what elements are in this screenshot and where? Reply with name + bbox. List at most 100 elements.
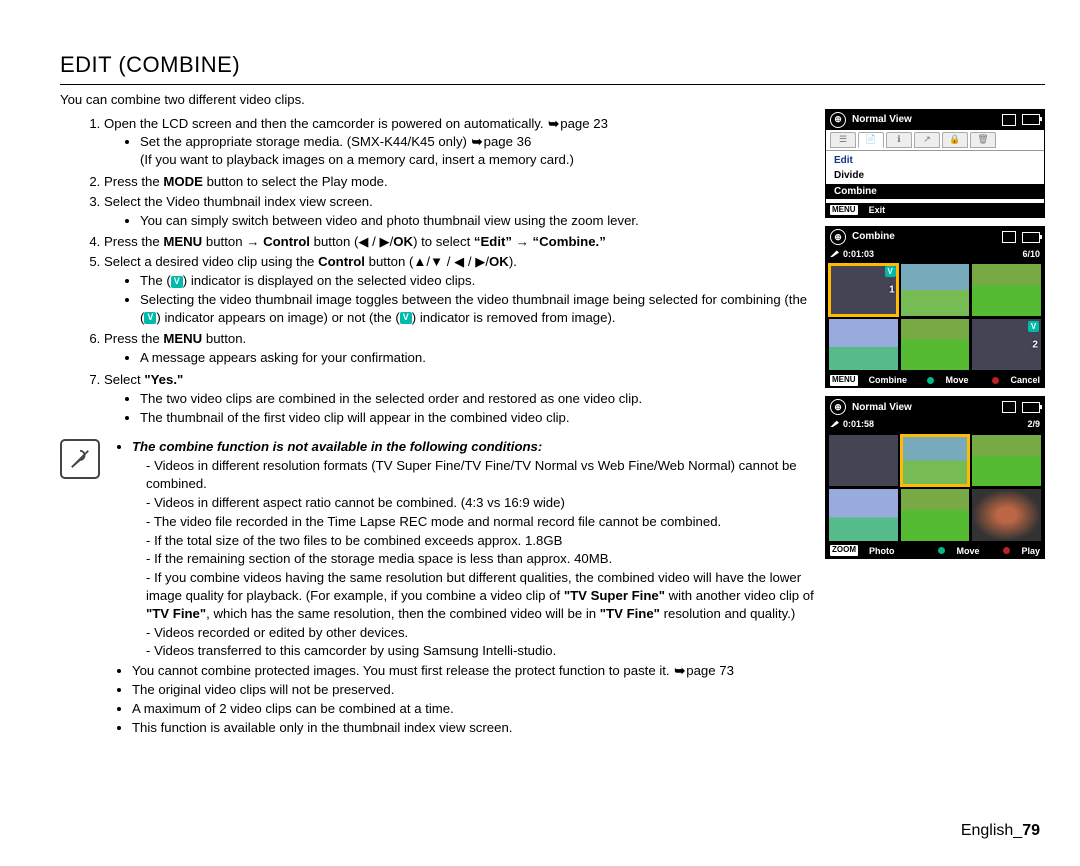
step-7-sub2: The thumbnail of the first video clip wi… (140, 409, 815, 427)
note-icon (60, 439, 100, 479)
menu-key: MENU (830, 205, 858, 216)
step-7: Select "Yes." The two video clips are co… (104, 371, 815, 426)
cond-4: If the total size of the two files to be… (146, 532, 815, 550)
page: EDIT (COMBINE) You can combine two diffe… (0, 0, 1080, 866)
step-6: Press the MENU button. A message appears… (104, 330, 815, 367)
move-label: Move (956, 545, 979, 557)
checkmark-icon: V (144, 312, 156, 324)
step-1: Open the LCD screen and then the camcord… (104, 115, 815, 169)
step-5-sub1: The (V) indicator is displayed on the se… (140, 272, 815, 290)
globe-icon: ⊕ (830, 229, 846, 245)
lcd-title: Combine (852, 230, 895, 244)
cancel-dot-icon (992, 377, 999, 384)
lcd-title: Normal View (852, 113, 912, 127)
goto-icon: ➥ (547, 115, 560, 133)
instructions: Open the LCD screen and then the camcord… (60, 113, 815, 741)
cond-6: If you combine videos having the same re… (146, 569, 815, 622)
thumbnail (901, 264, 970, 316)
thumbnail (829, 489, 898, 540)
thumbnail-grid (826, 432, 1044, 544)
battery-icon (1022, 114, 1040, 125)
rule (60, 84, 1045, 85)
step-2: Press the MODE button to select the Play… (104, 173, 815, 191)
tab-share-icon: ↗ (914, 132, 940, 148)
battery-icon (1022, 402, 1040, 413)
cancel-label: Cancel (1010, 374, 1040, 386)
section-title: EDIT (COMBINE) (60, 50, 1045, 80)
zoom-key: ZOOM (830, 545, 858, 556)
thumbnail (972, 489, 1041, 540)
move-dot-icon (938, 547, 945, 554)
battery-icon (1022, 232, 1040, 243)
footer-page: 79 (1022, 822, 1040, 839)
note-block: The combine function is not available in… (60, 437, 815, 741)
step-5-sub2: Selecting the video thumbnail image togg… (140, 291, 815, 327)
step-6-sub: A message appears asking for your confir… (140, 349, 815, 367)
tab-info-icon: ℹ (886, 132, 912, 148)
tab-list-icon: ☰ (830, 132, 856, 148)
checkmark-icon: V (171, 276, 183, 288)
thumbnail-grid: V1 V2 (826, 261, 1044, 373)
cond-1: Videos in different resolution formats (… (146, 457, 815, 493)
play-dot-icon (1003, 547, 1010, 554)
menu-item-edit: Edit (826, 153, 1044, 169)
checkmark-icon: V (885, 266, 896, 277)
thumbnail (829, 435, 898, 486)
page-footer: English_79 (961, 820, 1040, 842)
goto-icon: ➥ (471, 133, 484, 151)
count-label: 6/10 (1022, 248, 1040, 260)
thumbnail (972, 435, 1041, 486)
lcd-combine: ⊕ Combine 0:01:03 6/10 V1 V2 (825, 226, 1045, 388)
cond-7: Videos recorded or edited by other devic… (146, 624, 815, 642)
cond-2: Videos in different aspect ratio cannot … (146, 494, 815, 512)
lcd-column: ⊕ Normal View ☰ 📄 ℹ ↗ 🔒 🗑 (825, 109, 1045, 567)
lcd-edit-menu: ⊕ Normal View ☰ 📄 ℹ ↗ 🔒 🗑 (825, 109, 1045, 219)
card-icon (1002, 401, 1016, 413)
count-label: 2/9 (1027, 418, 1040, 430)
step-3-sub: You can simply switch between video and … (140, 212, 815, 230)
menu-item-divide: Divide (826, 168, 1044, 184)
play-label: Play (1021, 545, 1040, 557)
combine-label: Combine (869, 374, 908, 386)
globe-icon: ⊕ (830, 399, 846, 415)
tab-delete-icon: 🗑 (970, 132, 996, 148)
goto-icon: ➥ (673, 662, 686, 680)
tab-edit-icon: 📄 (858, 132, 884, 148)
thumbnail (901, 435, 970, 487)
globe-icon: ⊕ (830, 112, 846, 128)
step-1-sub: Set the appropriate storage media. (SMX-… (140, 133, 815, 169)
step-3: Select the Video thumbnail index view sc… (104, 193, 815, 230)
note-conditions: The combine function is not available in… (132, 438, 815, 661)
intro: You can combine two different video clip… (60, 91, 1045, 109)
checkmark-icon: V (1028, 321, 1039, 332)
move-dot-icon (927, 377, 934, 384)
note-max2: A maximum of 2 video clips can be combin… (132, 700, 815, 718)
lcd-title: Normal View (852, 401, 912, 415)
checkmark-icon: V (400, 312, 412, 324)
cond-8: Videos transferred to this camcorder by … (146, 642, 815, 660)
time-label: 0:01:03 (830, 248, 874, 260)
cond-3: The video file recorded in the Time Laps… (146, 513, 815, 531)
photo-label: Photo (869, 545, 895, 557)
lcd-normal-view: ⊕ Normal View 0:01:58 2/9 (825, 396, 1045, 558)
time-label: 0:01:58 (830, 418, 874, 430)
exit-label: Exit (869, 204, 886, 216)
menu-item-combine: Combine (826, 184, 1044, 200)
step-4: Press the MENU button → Control button (… (104, 233, 815, 251)
step-5: Select a desired video clip using the Co… (104, 253, 815, 326)
thumbnail (901, 319, 970, 371)
move-label: Move (945, 374, 968, 386)
note-protected: You cannot combine protected images. You… (132, 662, 815, 680)
tab-lock-icon: 🔒 (942, 132, 968, 148)
card-icon (1002, 231, 1016, 243)
footer-lang: English (961, 822, 1013, 839)
thumbnail: V2 (972, 319, 1041, 370)
thumbnail (901, 489, 970, 541)
thumbnail (829, 319, 898, 370)
thumbnail (972, 264, 1041, 315)
steps-list: Open the LCD screen and then the camcord… (60, 115, 815, 427)
thumbnail: V1 (829, 264, 898, 315)
note-thumbonly: This function is available only in the t… (132, 719, 815, 737)
menu-key: MENU (830, 375, 858, 386)
step-7-sub1: The two video clips are combined in the … (140, 390, 815, 408)
